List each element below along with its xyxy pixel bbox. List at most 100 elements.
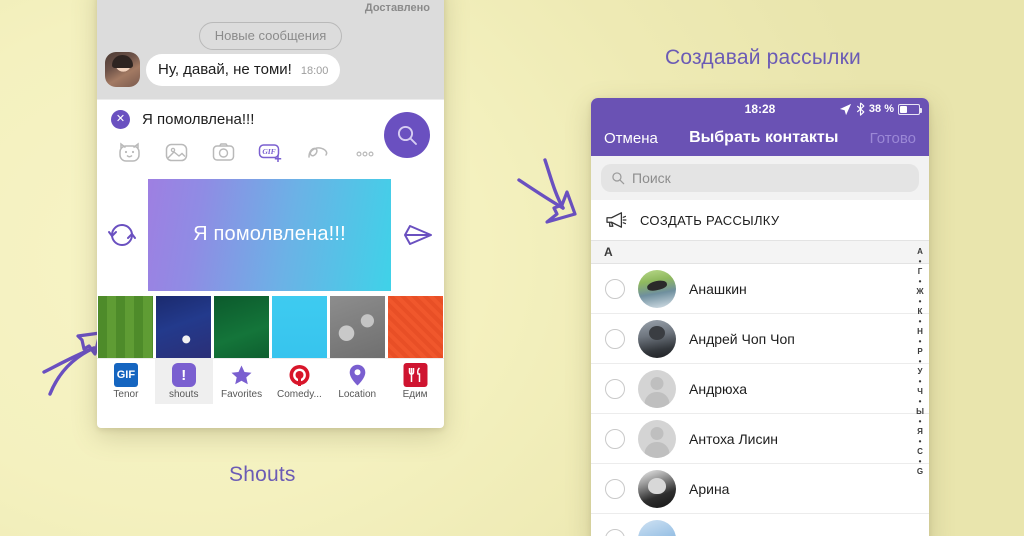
avatar <box>638 369 676 408</box>
cyan-thumb[interactable] <box>272 296 327 358</box>
gif-card-text: Я помолвлена!!! <box>193 223 346 245</box>
index-letter[interactable]: • <box>919 358 922 366</box>
contact-checkbox[interactable] <box>605 478 625 499</box>
tab-edim[interactable]: Едим <box>386 359 444 404</box>
camera-icon[interactable] <box>200 136 247 168</box>
send-icon[interactable] <box>402 221 434 249</box>
index-letter[interactable]: • <box>919 258 922 266</box>
sticker-cat-icon[interactable] <box>106 136 153 168</box>
dark-green-thumb[interactable] <box>214 296 269 358</box>
more-icon[interactable] <box>341 136 388 168</box>
index-letter[interactable]: Р <box>917 348 922 356</box>
index-letter[interactable]: Ж <box>916 288 923 296</box>
gray-hearts-thumb[interactable] <box>330 296 385 358</box>
create-broadcast-button[interactable]: СОЗДАТЬ РАССЫЛКУ <box>591 200 929 241</box>
target-icon <box>289 365 310 386</box>
new-messages-divider: Новые сообщения <box>198 22 343 50</box>
refresh-icon[interactable] <box>107 220 137 250</box>
battery-percent: 38 % <box>868 103 894 115</box>
tab-label: Favorites <box>221 389 263 400</box>
close-icon[interactable]: ✕ <box>111 110 130 129</box>
gif-card[interactable]: Я помолвлена!!! <box>148 178 391 291</box>
caption-shouts: Shouts <box>229 463 296 486</box>
index-letter[interactable]: • <box>919 438 922 446</box>
gif-icon: GIF <box>113 363 138 387</box>
megaphone-icon <box>606 212 627 228</box>
list-item[interactable]: Андрей Чоп Чоп <box>591 314 929 364</box>
soccer-ball-thumb[interactable] <box>156 296 211 358</box>
index-letter[interactable]: • <box>919 418 922 426</box>
gif-preview-pane: Я помолвлена!!! <box>97 173 444 296</box>
search-input[interactable]: Поиск <box>601 164 919 192</box>
contact-checkbox[interactable] <box>605 378 625 399</box>
contact-name: Андрей Чоп Чоп <box>689 330 795 347</box>
index-letter[interactable]: • <box>919 398 922 406</box>
navigation-bar: Отмена Выбрать контакты Готово <box>591 120 929 156</box>
chat-message-list[interactable]: 17:48 Доставлено Новые сообщения Ну, дав… <box>97 0 444 99</box>
index-letter[interactable]: • <box>919 278 922 286</box>
gif-thumbnail-strip[interactable] <box>97 296 444 358</box>
list-item[interactable]: Антоха Лисин <box>591 414 929 464</box>
food-icon <box>403 363 428 387</box>
index-letter[interactable]: • <box>919 298 922 306</box>
index-letter[interactable]: Ы <box>916 408 924 416</box>
done-button[interactable]: Готово <box>870 130 916 147</box>
index-letter[interactable]: А <box>917 248 923 256</box>
index-letter[interactable]: С <box>917 448 923 456</box>
tab-shouts[interactable]: ! shouts <box>154 359 213 404</box>
tab-label: Location <box>338 389 377 400</box>
search-icon <box>397 125 417 145</box>
bluetooth-icon <box>856 102 865 116</box>
alphabet-index-strip[interactable]: А • Г • Ж • К • Н • Р • У • Ч • Ы • Я • С • G <box>913 248 927 476</box>
avatar <box>638 269 676 308</box>
index-letter[interactable]: • <box>919 338 922 346</box>
svg-text:GIF: GIF <box>262 147 275 156</box>
tab-comedy[interactable]: Comedy... <box>270 359 328 404</box>
message-composer: ✕ Я помолвлена!!! GIF <box>97 99 444 173</box>
star-icon <box>231 365 252 385</box>
arrow-down-right-icon <box>517 158 577 224</box>
index-letter[interactable]: Н <box>917 328 923 336</box>
status-time: 18:28 <box>744 102 776 116</box>
index-letter[interactable]: Ч <box>917 388 923 396</box>
create-broadcast-label: СОЗДАТЬ РАССЫЛКУ <box>640 212 780 228</box>
index-letter[interactable]: • <box>919 318 922 326</box>
contact-checkbox[interactable] <box>605 278 625 299</box>
list-item[interactable] <box>591 514 929 536</box>
orange-thumb[interactable] <box>388 296 443 358</box>
draft-text[interactable]: Я помолвлена!!! <box>142 111 254 128</box>
list-item[interactable]: Арина <box>591 464 929 514</box>
tab-label: Едим <box>402 389 428 400</box>
green-grass-thumb[interactable] <box>98 296 153 358</box>
list-item[interactable]: Анашкин <box>591 264 929 314</box>
doodle-icon[interactable] <box>294 136 341 168</box>
pin-icon <box>349 364 366 386</box>
index-letter[interactable]: G <box>917 468 923 476</box>
contact-checkbox[interactable] <box>605 328 625 349</box>
contact-name: Арина <box>689 480 730 497</box>
search-button[interactable] <box>384 112 430 158</box>
gif-add-icon[interactable]: GIF <box>247 136 294 168</box>
tab-favorites[interactable]: Favorites <box>213 359 271 404</box>
index-letter[interactable]: • <box>919 458 922 466</box>
index-letter[interactable]: К <box>918 308 923 316</box>
tab-label: Tenor <box>113 389 139 400</box>
index-letter[interactable]: Г <box>918 268 923 276</box>
contact-checkbox[interactable] <box>605 528 625 536</box>
tab-tenor[interactable]: GIF Tenor <box>97 359 155 404</box>
tab-location[interactable]: Location <box>328 359 386 404</box>
contact-name: Анашкин <box>689 280 747 297</box>
section-header: А <box>591 241 929 264</box>
photo-icon[interactable] <box>153 136 200 168</box>
sticker-pack-tabbar: GIF Tenor ! shouts Favorites Comedy... L… <box>97 358 444 404</box>
caption-create-broadcasts: Создавай рассылки <box>665 46 861 69</box>
contact-checkbox[interactable] <box>605 428 625 449</box>
status-bar: 18:28 38 % <box>591 98 929 120</box>
list-item[interactable]: Андрюха <box>591 364 929 414</box>
index-letter[interactable]: Я <box>917 428 923 436</box>
contact-name: Андрюха <box>689 380 747 397</box>
tab-label: shouts <box>169 389 199 400</box>
cancel-button[interactable]: Отмена <box>604 130 658 147</box>
index-letter[interactable]: • <box>919 378 922 386</box>
index-letter[interactable]: У <box>918 368 923 376</box>
